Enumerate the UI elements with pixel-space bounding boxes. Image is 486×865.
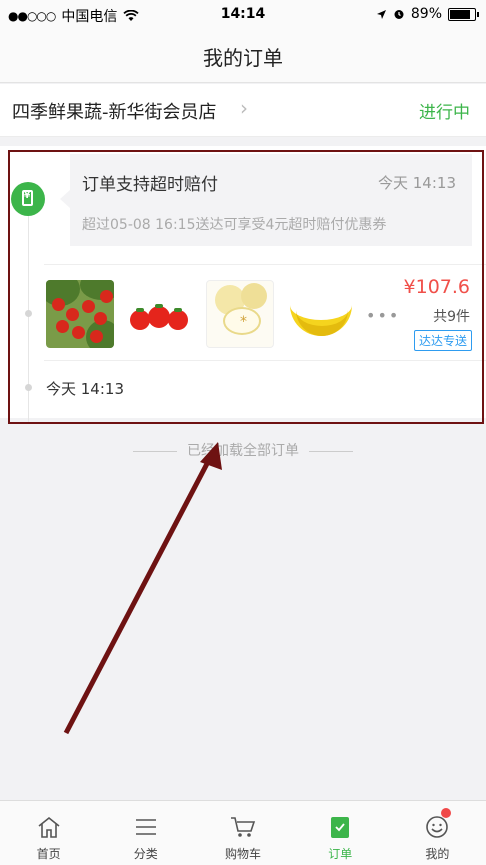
notification-dot [440, 808, 451, 818]
tab-category[interactable]: 分类 [97, 801, 194, 865]
tab-bar: 首页 分类 购物车 订单 我的 [0, 800, 486, 865]
home-icon [38, 816, 60, 838]
tab-profile[interactable]: 我的 [389, 801, 486, 865]
tab-label: 首页 [36, 847, 61, 861]
profile-icon [426, 816, 449, 838]
order-icon [331, 817, 350, 838]
tab-label: 购物车 [225, 847, 262, 861]
tab-cart[interactable]: 购物车 [194, 801, 291, 865]
tab-label: 订单 [328, 847, 353, 861]
tab-label: 我的 [425, 847, 450, 861]
tab-label: 分类 [133, 847, 158, 861]
cart-icon [231, 817, 256, 837]
list-icon [135, 819, 156, 835]
annotation-arrow-icon [63, 442, 222, 735]
tab-orders[interactable]: 订单 [292, 801, 389, 865]
tab-home[interactable]: 首页 [0, 801, 97, 865]
